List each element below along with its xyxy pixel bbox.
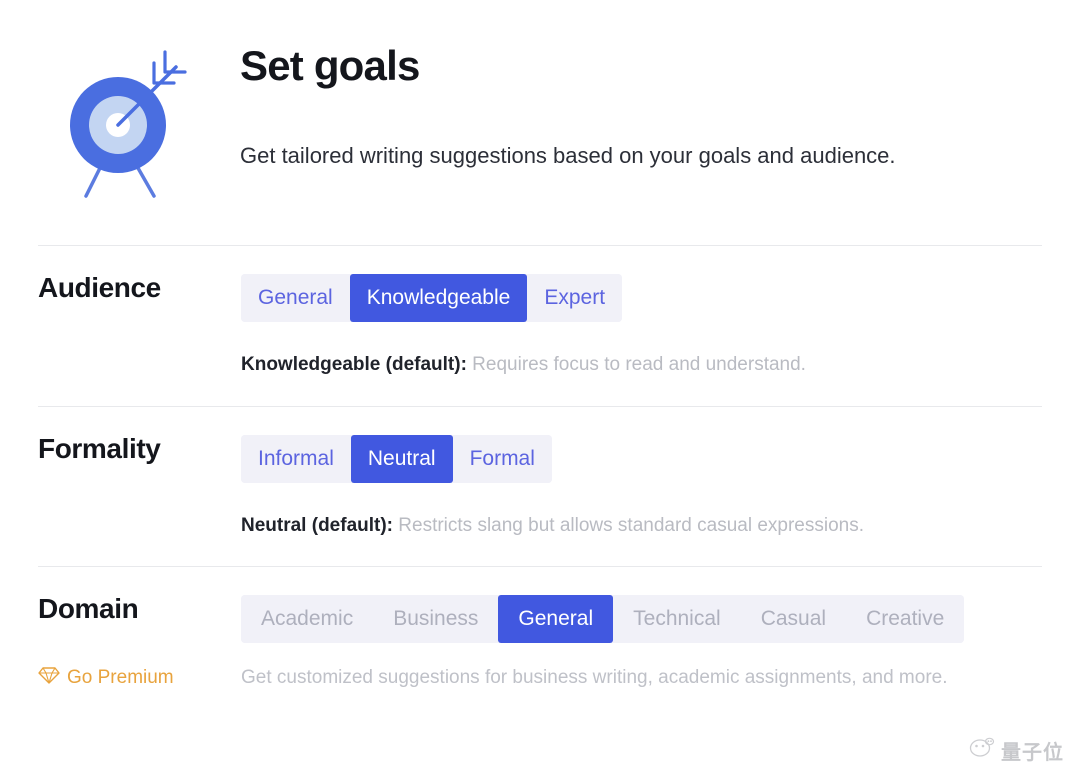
section-label-domain: Domain bbox=[38, 593, 139, 625]
domain-option-business[interactable]: Business bbox=[373, 595, 499, 644]
section-audience: Audience General Knowledgeable Expert Kn… bbox=[0, 246, 1080, 406]
section-domain: Domain Academic Business General Technic… bbox=[0, 567, 1080, 644]
wechat-cat-logo-icon bbox=[969, 737, 995, 764]
section-label-formality: Formality bbox=[38, 432, 161, 464]
audience-option-expert[interactable]: Expert bbox=[527, 274, 623, 322]
go-premium-link[interactable]: Go Premium bbox=[38, 665, 241, 691]
audience-description: Knowledgeable (default): Requires focus … bbox=[241, 322, 1042, 406]
section-body-formality: Informal Neutral Formal Neutral (default… bbox=[241, 434, 1042, 567]
formality-option-neutral[interactable]: Neutral bbox=[350, 434, 453, 483]
audience-option-group: General Knowledgeable Expert bbox=[241, 274, 623, 322]
section-formality: Formality Informal Neutral Formal Neutra… bbox=[0, 407, 1080, 567]
diamond-icon bbox=[38, 665, 60, 691]
audience-description-strong: Knowledgeable (default): bbox=[241, 354, 467, 375]
formality-description: Neutral (default): Restricts slang but a… bbox=[241, 483, 1042, 567]
watermark: 量子位 bbox=[969, 736, 1064, 765]
formality-option-group: Informal Neutral Formal bbox=[241, 434, 552, 483]
target-with-arrow-icon bbox=[38, 36, 188, 208]
domain-option-creative[interactable]: Creative bbox=[846, 595, 965, 644]
formality-description-strong: Neutral (default): bbox=[241, 514, 393, 536]
panel-header: Set goals Get tailored writing suggestio… bbox=[0, 0, 1080, 208]
formality-description-rest: Restricts slang but allows standard casu… bbox=[393, 514, 865, 536]
formality-option-informal[interactable]: Informal bbox=[241, 434, 351, 483]
audience-option-knowledgeable[interactable]: Knowledgeable bbox=[349, 274, 528, 322]
section-body-audience: General Knowledgeable Expert Knowledgeab… bbox=[241, 274, 1042, 406]
header-text-block: Set goals Get tailored writing suggestio… bbox=[188, 36, 1042, 170]
page-title: Set goals bbox=[240, 42, 420, 89]
section-label-audience: Audience bbox=[38, 272, 161, 303]
page-subtitle: Get tailored writing suggestions based o… bbox=[240, 143, 896, 169]
formality-option-formal[interactable]: Formal bbox=[452, 434, 552, 483]
domain-option-group: Academic Business General Technical Casu… bbox=[241, 595, 965, 644]
watermark-text: 量子位 bbox=[1001, 740, 1064, 764]
audience-description-rest: Requires focus to read and understand. bbox=[466, 354, 806, 375]
section-body-domain: Academic Business General Technical Casu… bbox=[241, 595, 1042, 644]
premium-row: Go Premium Get customized suggestions fo… bbox=[0, 643, 1080, 691]
premium-description: Get customized suggestions for business … bbox=[241, 667, 948, 689]
go-premium-label: Go Premium bbox=[67, 667, 174, 689]
domain-option-technical[interactable]: Technical bbox=[613, 595, 741, 644]
domain-option-general[interactable]: General bbox=[498, 595, 614, 644]
set-goals-panel: Set goals Get tailored writing suggestio… bbox=[0, 0, 1080, 779]
audience-option-general[interactable]: General bbox=[241, 274, 350, 322]
domain-option-casual[interactable]: Casual bbox=[740, 595, 847, 644]
domain-option-academic[interactable]: Academic bbox=[241, 595, 374, 644]
